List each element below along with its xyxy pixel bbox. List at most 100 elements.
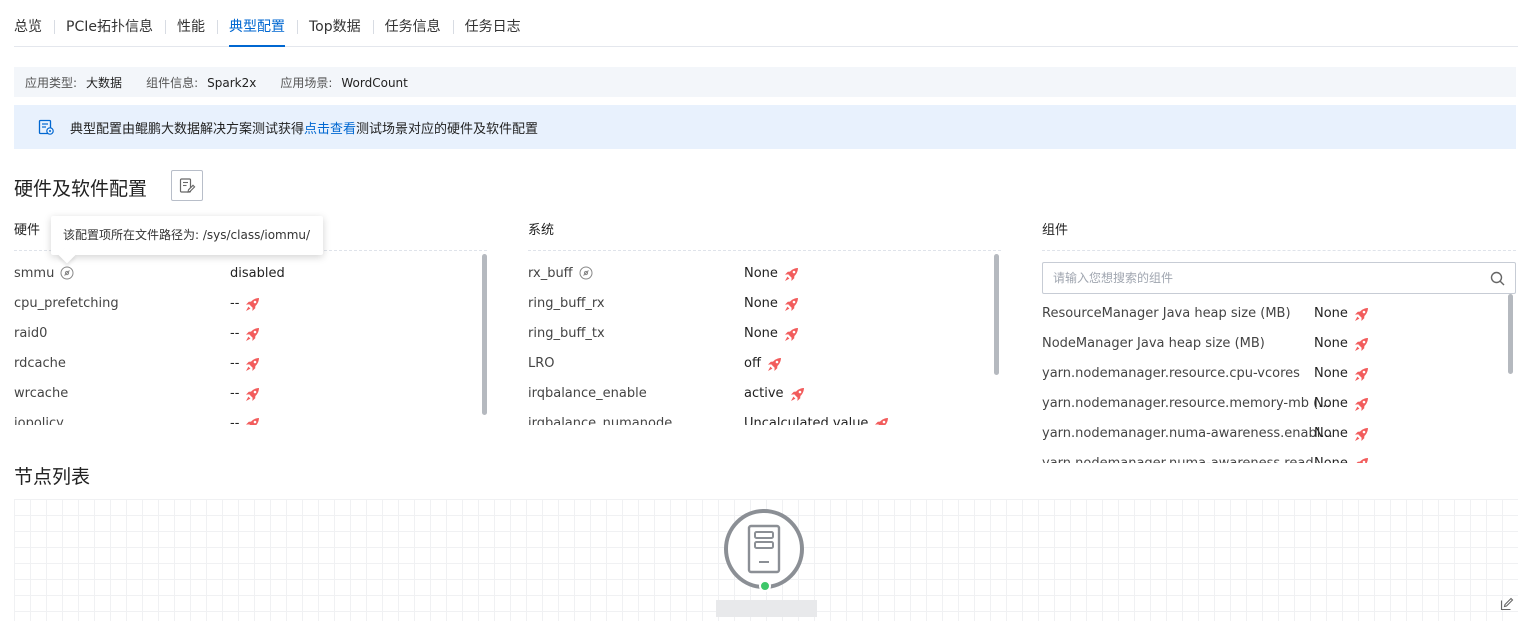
config-value-cell: None bbox=[1314, 389, 1370, 419]
rocket-icon[interactable] bbox=[244, 356, 261, 373]
config-value-cell: -- bbox=[230, 409, 261, 425]
config-value-cell: active bbox=[744, 379, 806, 409]
config-value: disabled bbox=[230, 266, 285, 281]
config-key: yarn.nodemanager.numa-awareness.read-... bbox=[1042, 449, 1331, 463]
config-value: None bbox=[744, 296, 778, 311]
app-info-bar: 应用类型: 大数据 组件信息: Spark2x 应用场景: WordCount bbox=[14, 67, 1516, 97]
hardware-list: smmu disabled cpu_prefetching -- raid0 -… bbox=[14, 259, 487, 425]
tab-typical-config[interactable]: 典型配置 bbox=[216, 0, 297, 47]
rocket-icon[interactable] bbox=[1353, 396, 1370, 413]
node-status-dot bbox=[759, 580, 771, 592]
notice-link[interactable]: 点击查看 bbox=[304, 118, 356, 137]
tab-pcie-topology[interactable]: PCIe拓扑信息 bbox=[54, 0, 165, 47]
rocket-icon[interactable] bbox=[783, 296, 800, 313]
config-row: smmu disabled bbox=[14, 259, 487, 289]
config-key: smmu bbox=[14, 259, 74, 289]
rocket-icon[interactable] bbox=[783, 326, 800, 343]
server-node[interactable] bbox=[724, 509, 804, 589]
config-value-cell: -- bbox=[230, 349, 261, 379]
rocket-icon[interactable] bbox=[244, 416, 261, 426]
config-value-cell: Uncalculated value bbox=[744, 409, 890, 425]
config-row: rdcache -- bbox=[14, 349, 487, 379]
tab-overview[interactable]: 总览 bbox=[14, 0, 54, 47]
config-value-cell: None bbox=[744, 259, 800, 289]
rocket-icon[interactable] bbox=[1353, 366, 1370, 383]
node-list-title: 节点列表 bbox=[14, 466, 91, 488]
config-key: yarn.nodemanager.resource.memory-mb (... bbox=[1042, 396, 1331, 411]
server-icon bbox=[747, 524, 781, 574]
system-scrollbar[interactable] bbox=[994, 254, 999, 375]
info-icon[interactable] bbox=[579, 266, 593, 280]
component-label: 组件信息: bbox=[146, 75, 199, 90]
config-key: ResourceManager Java heap size (MB) bbox=[1042, 306, 1291, 321]
config-row: yarn.nodemanager.numa-awareness.enabl...… bbox=[1042, 419, 1516, 449]
config-value: None bbox=[1314, 336, 1348, 351]
component-value: Spark2x bbox=[207, 75, 257, 90]
config-row: rx_buff None bbox=[528, 259, 1001, 289]
config-value: off bbox=[744, 356, 761, 371]
config-value: None bbox=[1314, 449, 1348, 463]
config-value: -- bbox=[230, 416, 240, 425]
rocket-icon[interactable] bbox=[1353, 456, 1370, 464]
config-value: None bbox=[1314, 306, 1348, 321]
rocket-icon[interactable] bbox=[789, 386, 806, 403]
config-key: wrcache bbox=[14, 386, 69, 401]
rocket-icon[interactable] bbox=[244, 296, 261, 313]
app-type-label: 应用类型: bbox=[25, 75, 78, 90]
component-list: ResourceManager Java heap size (MB) None… bbox=[1042, 299, 1516, 463]
notice-text: 典型配置由鲲鹏大数据解决方案测试获得 bbox=[70, 121, 305, 137]
edit-document-icon bbox=[179, 177, 196, 193]
tab-top-data[interactable]: Top数据 bbox=[296, 0, 373, 47]
config-value-cell: None bbox=[1314, 359, 1370, 389]
component-scrollbar[interactable] bbox=[1508, 294, 1513, 374]
app-type-info: 应用类型: 大数据 bbox=[25, 74, 122, 91]
rocket-icon[interactable] bbox=[1353, 426, 1370, 443]
config-value-cell: None bbox=[744, 289, 800, 319]
component-search bbox=[1042, 262, 1516, 294]
config-value: -- bbox=[230, 356, 240, 371]
rocket-icon[interactable] bbox=[873, 416, 890, 426]
config-value: None bbox=[1314, 366, 1348, 381]
config-value-cell: None bbox=[1314, 419, 1370, 449]
config-value: active bbox=[744, 386, 784, 401]
config-value-cell: None bbox=[1314, 449, 1370, 463]
rocket-icon[interactable] bbox=[1353, 306, 1370, 323]
tab-bar: 总览 PCIe拓扑信息 性能 典型配置 Top数据 任务信息 任务日志 bbox=[14, 0, 1518, 47]
rocket-icon[interactable] bbox=[783, 266, 800, 283]
node-label-redacted bbox=[716, 600, 817, 617]
hardware-scrollbar[interactable] bbox=[482, 254, 487, 415]
config-key: rx_buff bbox=[528, 259, 593, 289]
config-key: rdcache bbox=[14, 356, 66, 371]
rocket-icon[interactable] bbox=[244, 326, 261, 343]
config-value: -- bbox=[230, 326, 240, 341]
info-icon[interactable] bbox=[60, 266, 74, 280]
system-header: 系统 bbox=[528, 221, 1001, 251]
config-row: NodeManager Java heap size (MB) None bbox=[1042, 329, 1516, 359]
config-key: NodeManager Java heap size (MB) bbox=[1042, 336, 1265, 351]
config-row: ResourceManager Java heap size (MB) None bbox=[1042, 299, 1516, 329]
component-search-input[interactable] bbox=[1043, 263, 1463, 293]
edit-config-button[interactable] bbox=[171, 170, 203, 201]
config-key: yarn.nodemanager.resource.cpu-vcores bbox=[1042, 366, 1300, 381]
config-value: None bbox=[1314, 396, 1348, 411]
search-icon[interactable] bbox=[1490, 271, 1505, 286]
scenario-value: WordCount bbox=[341, 75, 408, 90]
config-value-cell: -- bbox=[230, 319, 261, 349]
document-settings-icon bbox=[38, 119, 54, 135]
tab-performance[interactable]: 性能 bbox=[164, 0, 217, 47]
config-row: ring_buff_tx None bbox=[528, 319, 1001, 349]
config-row: cpu_prefetching -- bbox=[14, 289, 487, 319]
config-row: iopolicy -- bbox=[14, 409, 487, 425]
rocket-icon[interactable] bbox=[766, 356, 783, 373]
rocket-icon[interactable] bbox=[244, 386, 261, 403]
path-tooltip: 该配置项所在文件路径为: /sys/class/iommu/ bbox=[51, 216, 323, 255]
rocket-icon[interactable] bbox=[1353, 336, 1370, 353]
config-key-text: rx_buff bbox=[528, 266, 573, 281]
notice-suffix: 测试场景对应的硬件及软件配置 bbox=[356, 121, 539, 137]
tab-task-log[interactable]: 任务日志 bbox=[452, 0, 533, 47]
config-value-cell: -- bbox=[230, 379, 261, 409]
config-row: wrcache -- bbox=[14, 379, 487, 409]
edit-icon[interactable] bbox=[1500, 597, 1514, 611]
tab-task-info[interactable]: 任务信息 bbox=[372, 0, 453, 47]
config-value: -- bbox=[230, 296, 240, 311]
